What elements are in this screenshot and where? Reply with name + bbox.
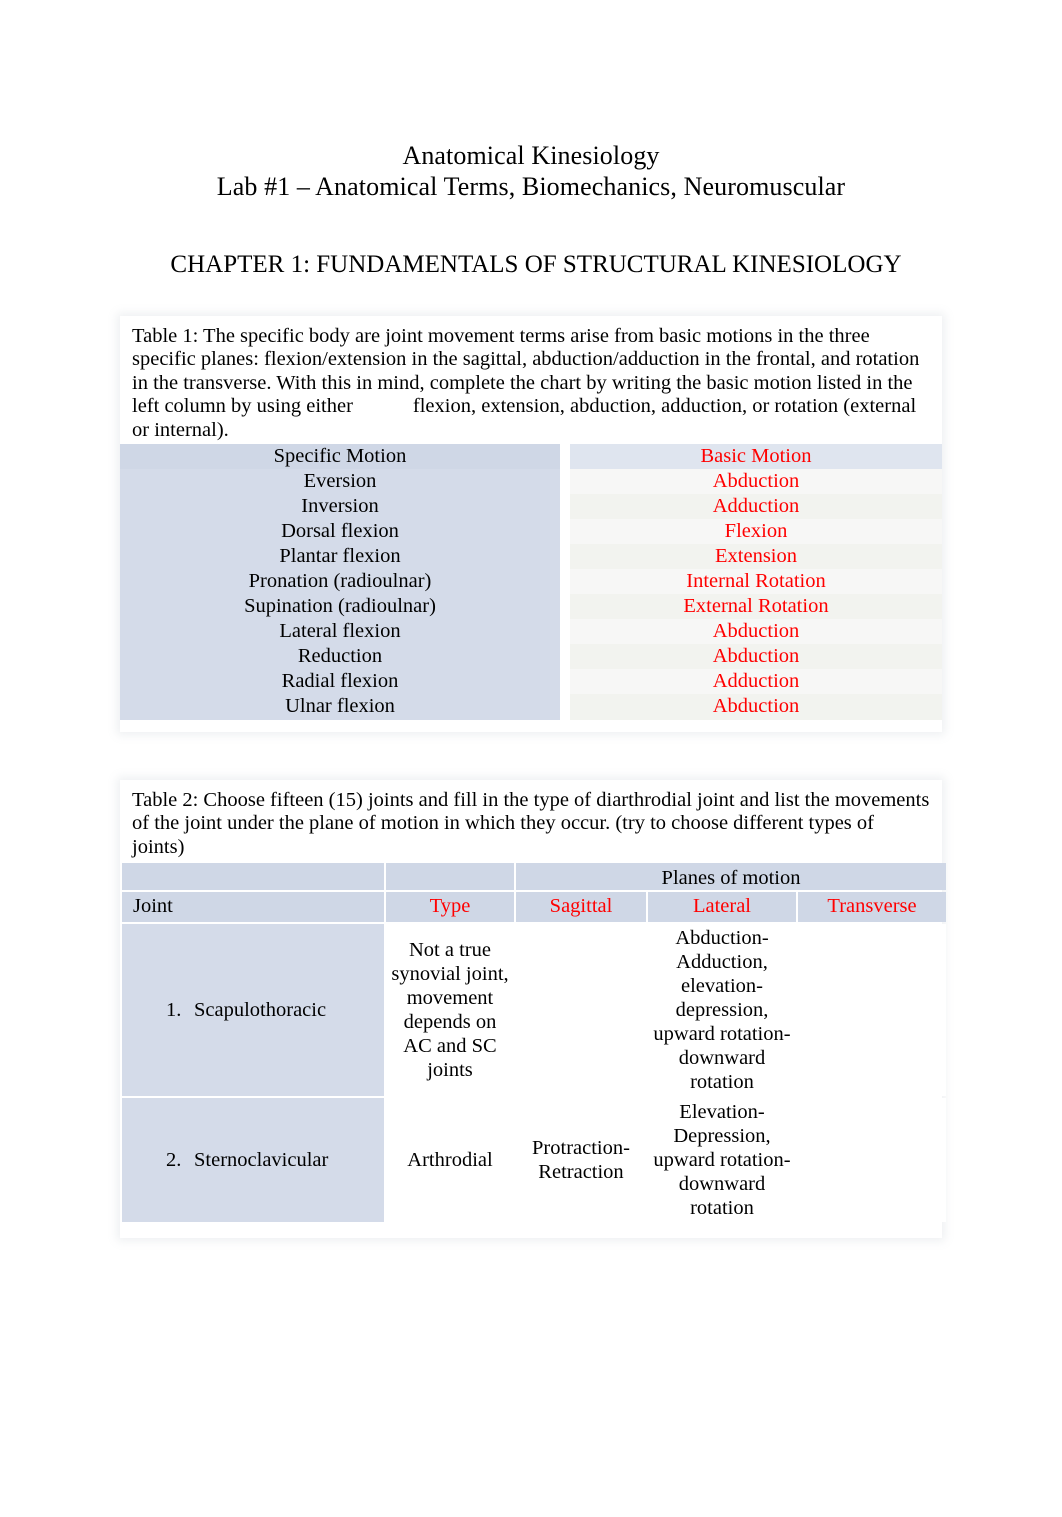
table-1-column-spacer xyxy=(560,494,570,520)
table-1-column-spacer xyxy=(560,469,570,495)
table-1-column-spacer xyxy=(560,594,570,620)
specific-motion-cell: Ulnar flexion xyxy=(120,694,560,721)
page-title-line-1: Anatomical Kinesiology xyxy=(402,141,660,170)
table-2-header-row: Joint Type Sagittal Lateral Transverse xyxy=(122,892,947,923)
column-header-sagittal: Sagittal xyxy=(516,892,646,923)
chapter-heading: CHAPTER 1: FUNDAMENTALS OF STRUCTURAL KI… xyxy=(170,251,902,278)
table-1-bottom-padding xyxy=(120,720,942,732)
table-row: 2. Sternoclavicular Arthrodial Protraction-… xyxy=(122,1098,947,1223)
table-1: Specific Motion Basic Motion Eversion Abduc… xyxy=(120,444,942,721)
table-row: 1. Scapulothoracic Not a true synovial joi… xyxy=(122,924,947,1097)
table-2-caption: Table 2: Choose fifteen (15) joints and … xyxy=(132,789,930,858)
table-1-row: Supination (radioulnar) External Rotation xyxy=(120,594,942,620)
basic-motion-cell: External Rotation xyxy=(570,594,942,620)
specific-motion-cell: Reduction xyxy=(120,644,560,670)
column-header-joint: Joint xyxy=(122,892,384,923)
lateral-motion-cell: Abduction-Adduction, elevation-depressio… xyxy=(648,924,796,1097)
basic-motion-cell: Extension xyxy=(570,544,942,570)
joint-row-number: 1. xyxy=(166,999,182,1022)
document-page: Anatomical Kinesiology Lab #1 – Anatomic… xyxy=(0,140,1062,1517)
joint-name-cell: 1. Scapulothoracic xyxy=(122,924,384,1097)
lateral-motion-cell: Elevation-Depression, upward rotation-do… xyxy=(648,1098,796,1223)
table-1-body: Specific Motion Basic Motion Eversion Abduc… xyxy=(120,444,942,721)
table-1-column-spacer xyxy=(560,519,570,545)
table-1-column-spacer xyxy=(560,644,570,670)
table-1-row: Ulnar flexion Abduction xyxy=(120,694,942,721)
joint-label: Sternoclavicular xyxy=(194,1149,329,1172)
page-title-line-2: Lab #1 – Anatomical Terms, Biomechanics,… xyxy=(216,172,846,201)
basic-motion-cell: Adduction xyxy=(570,494,942,520)
group-header-blank-joint xyxy=(122,863,384,891)
basic-motion-cell: Abduction xyxy=(570,644,942,670)
document-title-block: Anatomical Kinesiology Lab #1 – Anatomic… xyxy=(0,140,1062,202)
specific-motion-cell: Pronation (radioulnar) xyxy=(120,569,560,595)
specific-motion-cell: Inversion xyxy=(120,494,560,520)
table-1-header-row: Specific Motion Basic Motion xyxy=(120,444,942,470)
table-1-column-spacer xyxy=(560,619,570,645)
table-1-column-spacer xyxy=(560,694,570,721)
basic-motion-cell: Internal Rotation xyxy=(570,569,942,595)
table-1-card: Table 1: The specific body are joint mov… xyxy=(120,316,942,733)
table-1-column-spacer xyxy=(560,669,570,695)
sagittal-motion-cell: Protraction-Retraction xyxy=(516,1098,646,1223)
specific-motion-cell: Plantar flexion xyxy=(120,544,560,570)
sagittal-motion-cell xyxy=(516,924,646,1097)
column-header-lateral: Lateral xyxy=(648,892,796,923)
transverse-motion-cell xyxy=(798,1098,947,1223)
table-2-card: Table 2: Choose fifteen (15) joints and … xyxy=(120,780,947,1239)
table-2-group-header-row: Planes of motion xyxy=(122,863,947,891)
basic-motion-cell: Flexion xyxy=(570,519,942,545)
table-1-row: Lateral flexion Abduction xyxy=(120,619,942,645)
column-header-transverse: Transverse xyxy=(798,892,947,923)
table-1-row: Pronation (radioulnar) Internal Rotation xyxy=(120,569,942,595)
transverse-motion-cell xyxy=(798,924,947,1097)
joint-type-cell: Not a true synovial joint, movement depe… xyxy=(386,924,514,1097)
table-1-header-basic-motion: Basic Motion xyxy=(570,444,942,470)
table-1-caption: Table 1: The specific body are joint mov… xyxy=(120,316,942,444)
specific-motion-cell: Dorsal flexion xyxy=(120,519,560,545)
table-1-column-spacer xyxy=(560,569,570,595)
specific-motion-cell: Radial flexion xyxy=(120,669,560,695)
table-1-row: Eversion Abduction xyxy=(120,469,942,495)
table-2-bottom-padding xyxy=(120,1224,942,1238)
basic-motion-cell: Adduction xyxy=(570,669,942,695)
joint-type-cell: Arthrodial xyxy=(386,1098,514,1223)
table-1-row: Reduction Abduction xyxy=(120,644,942,670)
basic-motion-cell: Abduction xyxy=(570,619,942,645)
specific-motion-cell: Supination (radioulnar) xyxy=(120,594,560,620)
planes-of-motion-header: Planes of motion xyxy=(516,863,947,891)
joint-row-number: 2. xyxy=(166,1149,182,1172)
table-1-header-specific-motion: Specific Motion xyxy=(120,444,560,470)
table-1-column-spacer xyxy=(560,544,570,570)
joint-label: Scapulothoracic xyxy=(194,999,327,1022)
table-1-row: Inversion Adduction xyxy=(120,494,942,520)
group-header-blank-type xyxy=(386,863,514,891)
table-2-body: Planes of motion Joint Type Sagittal Lat… xyxy=(122,863,947,1223)
table-1-row: Radial flexion Adduction xyxy=(120,669,942,695)
table-2: Planes of motion Joint Type Sagittal Lat… xyxy=(120,861,948,1224)
basic-motion-cell: Abduction xyxy=(570,694,942,721)
specific-motion-cell: Lateral flexion xyxy=(120,619,560,645)
table-1-column-spacer xyxy=(560,444,570,470)
column-header-type: Type xyxy=(386,892,514,923)
specific-motion-cell: Eversion xyxy=(120,469,560,495)
table-1-row: Plantar flexion Extension xyxy=(120,544,942,570)
table-1-row: Dorsal flexion Flexion xyxy=(120,519,942,545)
joint-name-cell: 2. Sternoclavicular xyxy=(122,1098,384,1223)
basic-motion-cell: Abduction xyxy=(570,469,942,495)
